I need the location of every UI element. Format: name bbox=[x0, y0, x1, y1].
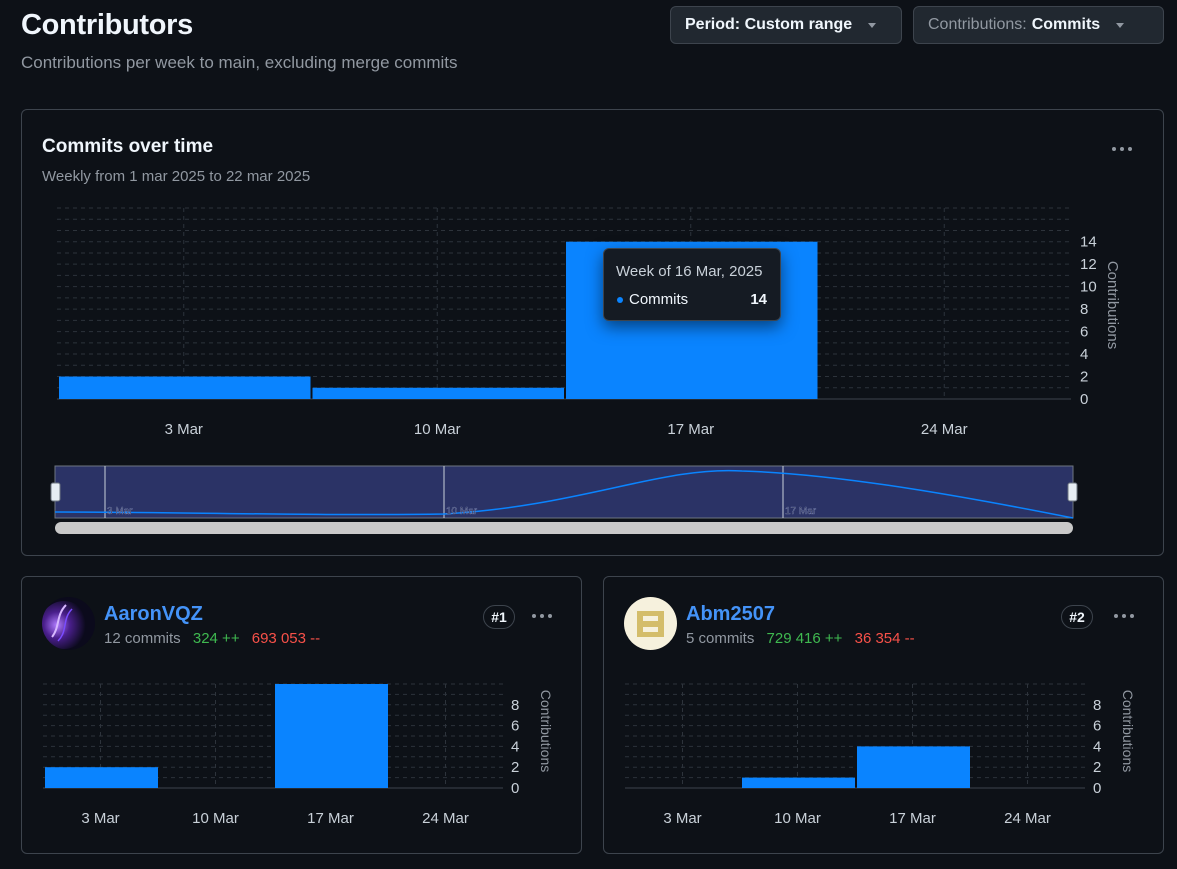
contributor-chart: 0 2 4 6 8 3 Mar 10 Mar 17 Mar 24 Mar Contributi… bbox=[43, 683, 554, 827]
y-tick-label: 8 bbox=[511, 697, 519, 714]
range-navigator[interactable]: 3 Mar 10 Mar 17 Mar bbox=[50, 465, 1078, 534]
contributor-chart-x-axis: 3 Mar 10 Mar 17 Mar 24 Mar bbox=[663, 810, 1051, 827]
y-tick-label: 0 bbox=[1080, 391, 1088, 408]
y-tick-label: 4 bbox=[511, 738, 519, 755]
navigator-label: 17 Mar bbox=[785, 506, 817, 517]
contributions-dropdown[interactable]: Contributions: Commits bbox=[913, 6, 1164, 44]
contributor-chart-bars bbox=[742, 746, 970, 788]
main-chart-grid bbox=[57, 207, 1071, 400]
x-tick-label: 3 Mar bbox=[663, 810, 701, 827]
y-tick-label: 2 bbox=[1093, 759, 1101, 776]
contributions-dropdown-prefix: Contributions: bbox=[928, 16, 1027, 33]
y-tick-label: 10 bbox=[1080, 279, 1097, 296]
contributor-chart-y-label: Contributions bbox=[538, 690, 554, 773]
contributor-chart-y-label: Contributions bbox=[1120, 690, 1136, 773]
chevron-down-icon bbox=[1116, 22, 1125, 28]
navigator-left-handle[interactable] bbox=[50, 482, 61, 502]
x-tick-label: 10 Mar bbox=[192, 810, 239, 827]
y-tick-label: 12 bbox=[1080, 256, 1097, 273]
contributor-chart-y-axis: 0 2 4 6 8 bbox=[511, 697, 519, 797]
y-tick-label: 14 bbox=[1080, 234, 1097, 251]
contributor-chart-y-axis: 0 2 4 6 8 bbox=[1093, 697, 1101, 797]
y-tick-label: 8 bbox=[1080, 301, 1088, 318]
y-tick-label: 0 bbox=[511, 780, 519, 797]
x-tick-label: 3 Mar bbox=[81, 810, 119, 827]
x-tick-label: 17 Mar bbox=[889, 810, 936, 827]
x-tick-label: 17 Mar bbox=[667, 421, 714, 438]
y-tick-label: 2 bbox=[511, 759, 519, 776]
y-tick-label: 6 bbox=[1093, 718, 1101, 735]
main-chart-y-label: Contributions bbox=[1104, 261, 1121, 349]
navigator-scrollbar[interactable] bbox=[55, 522, 1073, 534]
period-dropdown-label: Period: Custom range bbox=[685, 16, 853, 33]
period-dropdown[interactable]: Period: Custom range bbox=[670, 6, 902, 44]
x-tick-label: 24 Mar bbox=[921, 421, 968, 438]
main-chart-x-axis: 3 Mar 10 Mar 17 Mar 24 Mar bbox=[165, 421, 968, 438]
y-tick-label: 0 bbox=[1093, 780, 1101, 797]
contributor-chart-x-axis: 3 Mar 10 Mar 17 Mar 24 Mar bbox=[81, 810, 469, 827]
contributor-card: AaronVQZ 12 commits 324 ++ 693 053 -- #1… bbox=[21, 576, 582, 854]
bar[interactable] bbox=[45, 767, 158, 788]
main-chart-y-axis: 0 2 4 6 8 10 12 14 bbox=[1080, 234, 1097, 408]
x-tick-label: 3 Mar bbox=[165, 421, 203, 438]
tooltip-title: Week of 16 Mar, 2025 bbox=[616, 263, 763, 280]
chevron-down-icon bbox=[868, 22, 877, 28]
tooltip-value: 14 bbox=[750, 291, 767, 308]
x-tick-label: 10 Mar bbox=[774, 810, 821, 827]
chart-tooltip: Week of 16 Mar, 2025 Commits 14 bbox=[603, 248, 781, 321]
x-tick-label: 10 Mar bbox=[414, 421, 461, 438]
bar[interactable] bbox=[742, 777, 855, 788]
x-tick-label: 17 Mar bbox=[307, 810, 354, 827]
x-tick-label: 24 Mar bbox=[422, 810, 469, 827]
page-title: Contributors bbox=[21, 9, 193, 41]
series-dot-icon bbox=[617, 297, 623, 303]
y-tick-label: 6 bbox=[511, 718, 519, 735]
commits-over-time-card: Commits over time Weekly from 1 mar 2025… bbox=[21, 109, 1164, 556]
y-tick-label: 4 bbox=[1093, 738, 1101, 755]
navigator-window[interactable] bbox=[54, 465, 1074, 519]
contributor-chart: 0 2 4 6 8 3 Mar 10 Mar 17 Mar 24 Mar Contributi… bbox=[625, 683, 1136, 827]
main-chart-svg: 0 2 4 6 8 10 12 14 3 Mar 10 Mar 17 Mar 24 Mar Cont… bbox=[50, 207, 1121, 534]
contributor-card: Abm2507 5 commits 729 416 ++ 36 354 -- #… bbox=[603, 576, 1164, 854]
y-tick-label: 2 bbox=[1080, 369, 1088, 386]
navigator-label: 3 Mar bbox=[107, 506, 133, 517]
tooltip-series: Commits bbox=[629, 291, 689, 308]
bar[interactable] bbox=[312, 387, 565, 399]
contributor-chart-grid bbox=[625, 683, 1085, 789]
y-tick-label: 8 bbox=[1093, 697, 1101, 714]
page-subtitle: Contributions per week to main, excludin… bbox=[21, 53, 458, 72]
y-tick-label: 4 bbox=[1080, 346, 1088, 363]
navigator-right-handle[interactable] bbox=[1067, 482, 1078, 502]
navigator-label: 10 Mar bbox=[446, 506, 478, 517]
bar[interactable] bbox=[857, 746, 970, 788]
bar[interactable] bbox=[275, 684, 388, 788]
x-tick-label: 24 Mar bbox=[1004, 810, 1051, 827]
contributor-chart-bars bbox=[45, 684, 388, 788]
y-tick-label: 6 bbox=[1080, 324, 1088, 341]
contributions-dropdown-value: Commits bbox=[1031, 16, 1101, 33]
bar[interactable] bbox=[59, 376, 311, 399]
